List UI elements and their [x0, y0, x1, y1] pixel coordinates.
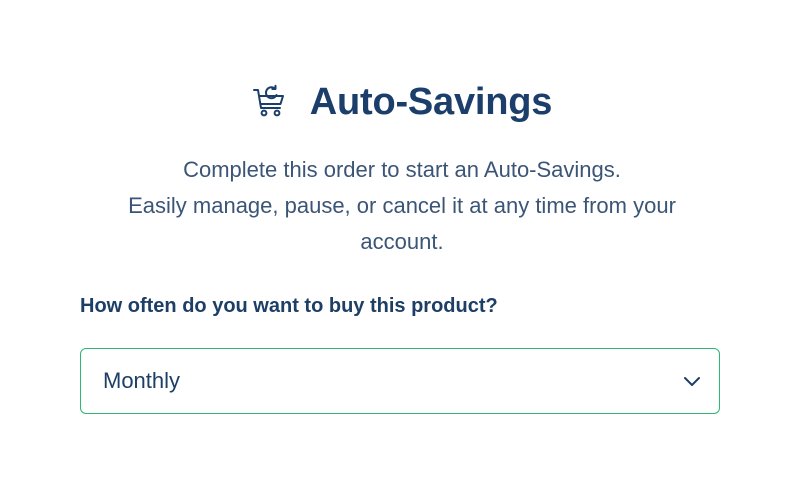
frequency-select[interactable]: Monthly	[80, 348, 720, 414]
frequency-question-label: How often do you want to buy this produc…	[80, 295, 498, 317]
page-title: Auto-Savings	[309, 81, 553, 123]
cart-refresh-icon	[252, 84, 288, 120]
description-line: Complete this order to start an Auto-Sav…	[183, 157, 621, 182]
description: Complete this order to start an Auto-Sav…	[90, 152, 714, 260]
header: Auto-Savings	[0, 78, 804, 126]
frequency-selected-value: Monthly	[103, 368, 181, 393]
description-line: account.	[360, 229, 444, 254]
auto-savings-panel: Auto-Savings Complete this order to star…	[0, 0, 804, 499]
description-line: Easily manage, pause, or cancel it at an…	[128, 193, 676, 218]
chevron-down-icon[interactable]	[681, 370, 703, 392]
